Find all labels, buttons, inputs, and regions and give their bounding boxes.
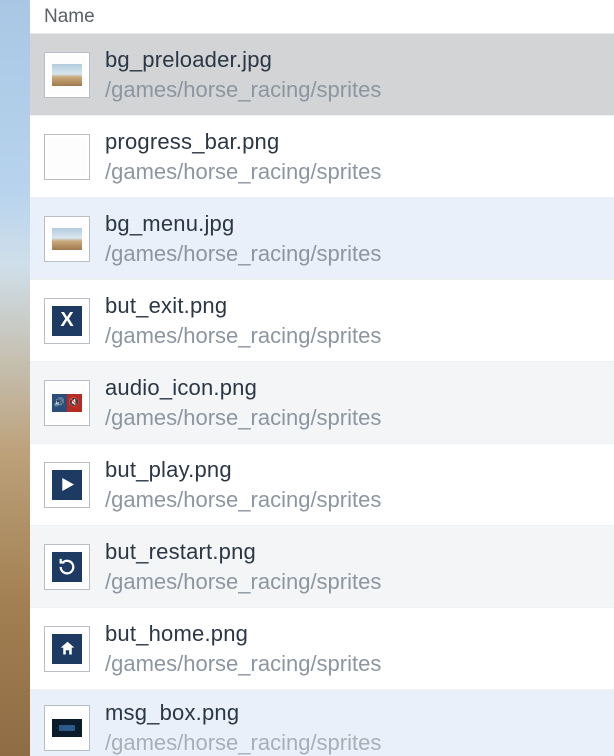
file-row[interactable]: but_restart.png/games/horse_racing/sprit… xyxy=(30,526,614,608)
file-name: but_play.png xyxy=(105,457,381,483)
file-list[interactable]: bg_preloader.jpg/games/horse_racing/spri… xyxy=(30,34,614,756)
main-panel: Name bg_preloader.jpg/games/horse_racing… xyxy=(30,0,614,756)
file-thumbnail xyxy=(44,626,90,672)
file-thumbnail xyxy=(44,134,90,180)
file-text: but_play.png/games/horse_racing/sprites xyxy=(105,457,381,513)
file-path: /games/horse_racing/sprites xyxy=(105,487,381,513)
file-path: /games/horse_racing/sprites xyxy=(105,159,381,185)
file-row[interactable]: bg_menu.jpg/games/horse_racing/sprites xyxy=(30,198,614,280)
file-path: /games/horse_racing/sprites xyxy=(105,730,381,756)
file-row[interactable]: but_home.png/games/horse_racing/sprites xyxy=(30,608,614,690)
file-row[interactable]: msg_box.png/games/horse_racing/sprites xyxy=(30,690,614,756)
file-name: bg_preloader.jpg xyxy=(105,47,381,73)
file-row[interactable]: 🔊🔇 audio_icon.png/games/horse_racing/spri… xyxy=(30,362,614,444)
file-path: /games/horse_racing/sprites xyxy=(105,77,381,103)
app-root: Name bg_preloader.jpg/games/horse_racing… xyxy=(0,0,614,756)
file-name: but_exit.png xyxy=(105,293,381,319)
file-path: /games/horse_racing/sprites xyxy=(105,651,381,677)
file-name: progress_bar.png xyxy=(105,129,381,155)
file-name: but_restart.png xyxy=(105,539,381,565)
column-header[interactable]: Name xyxy=(30,0,614,34)
file-name: but_home.png xyxy=(105,621,381,647)
preview-strip-image xyxy=(0,0,30,756)
file-thumbnail: X xyxy=(44,298,90,344)
file-text: bg_menu.jpg/games/horse_racing/sprites xyxy=(105,211,381,267)
file-path: /games/horse_racing/sprites xyxy=(105,569,381,595)
file-name: bg_menu.jpg xyxy=(105,211,381,237)
file-path: /games/horse_racing/sprites xyxy=(105,405,381,431)
file-name: audio_icon.png xyxy=(105,375,381,401)
file-text: bg_preloader.jpg/games/horse_racing/spri… xyxy=(105,47,381,103)
file-row[interactable]: progress_bar.png/games/horse_racing/spri… xyxy=(30,116,614,198)
file-text: but_home.png/games/horse_racing/sprites xyxy=(105,621,381,677)
file-thumbnail xyxy=(44,216,90,262)
file-text: but_exit.png/games/horse_racing/sprites xyxy=(105,293,381,349)
file-row[interactable]: bg_preloader.jpg/games/horse_racing/spri… xyxy=(30,34,614,116)
file-row[interactable]: Xbut_exit.png/games/horse_racing/sprites xyxy=(30,280,614,362)
file-thumbnail xyxy=(44,462,90,508)
file-name: msg_box.png xyxy=(105,700,381,726)
file-text: msg_box.png/games/horse_racing/sprites xyxy=(105,700,381,756)
preview-strip xyxy=(0,0,30,756)
file-thumbnail xyxy=(44,544,90,590)
file-thumbnail xyxy=(44,52,90,98)
file-text: audio_icon.png/games/horse_racing/sprite… xyxy=(105,375,381,431)
file-text: progress_bar.png/games/horse_racing/spri… xyxy=(105,129,381,185)
file-path: /games/horse_racing/sprites xyxy=(105,323,381,349)
file-path: /games/horse_racing/sprites xyxy=(105,241,381,267)
file-row[interactable]: but_play.png/games/horse_racing/sprites xyxy=(30,444,614,526)
file-thumbnail: 🔊🔇 xyxy=(44,380,90,426)
file-text: but_restart.png/games/horse_racing/sprit… xyxy=(105,539,381,595)
column-header-label: Name xyxy=(44,6,95,28)
file-thumbnail xyxy=(44,705,90,751)
